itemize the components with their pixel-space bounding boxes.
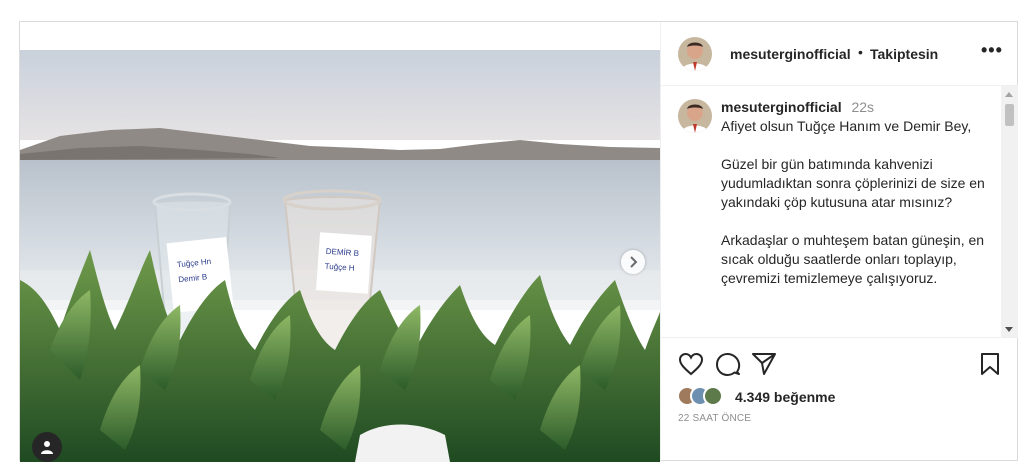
caption-author-avatar[interactable] [678,99,712,133]
author-avatar[interactable] [678,37,712,71]
scroll-up-arrow[interactable] [1005,92,1013,97]
post-actions [661,338,1018,388]
bookmark-icon[interactable] [979,352,1001,376]
caption-username[interactable]: mesuterginofficial [721,99,842,115]
follow-status-button[interactable]: Takiptesin [870,46,938,62]
more-options-button[interactable]: ••• [981,40,1003,61]
instagram-post: Tuğçe Hn Demir B DEMİR B Tuğçe H mesuter… [19,21,1018,462]
comments-section: mesuterginofficial 22s Afiyet olsun Tuğç… [661,86,1018,338]
separator-dot: • [858,44,863,60]
likes-count[interactable]: 4.349 beğenme [735,389,835,405]
chevron-right-icon [630,256,638,268]
avatar-image [678,37,712,71]
avatar-image [678,99,712,133]
liker-avatar [703,386,723,406]
post-side-panel: mesuterginofficial • Takiptesin ••• mesu… [660,22,1018,462]
post-header: mesuterginofficial • Takiptesin ••• [661,22,1018,86]
user-tag-icon [41,441,53,454]
heart-icon[interactable] [678,352,704,376]
caption-paragraph: Afiyet olsun Tuğçe Hanım ve Demir Bey, [721,118,972,134]
caption-paragraph: Arkadaşlar o muhteşem batan güneşin, en … [721,232,985,286]
comment-icon[interactable] [715,352,741,378]
user-tags-button[interactable] [32,432,62,462]
post-photo: Tuğçe Hn Demir B DEMİR B Tuğçe H [20,50,660,462]
next-photo-button[interactable] [621,250,645,274]
caption-time[interactable]: 22s [851,99,874,115]
post-caption: mesuterginofficial 22s Afiyet olsun Tuğç… [721,98,991,307]
post-media[interactable]: Tuğçe Hn Demir B DEMİR B Tuğçe H [20,22,660,462]
caption-paragraph: Güzel bir gün batımında kahvenizi yuduml… [721,156,985,210]
author-username[interactable]: mesuterginofficial [730,46,851,62]
post-timestamp[interactable]: 22 SAAT ÖNCE [678,413,751,424]
comments-scrollbar[interactable] [1001,86,1018,337]
scrollbar-thumb[interactable] [1005,104,1014,126]
paper-plane-icon[interactable] [751,352,777,376]
scroll-down-arrow[interactable] [1005,327,1013,332]
